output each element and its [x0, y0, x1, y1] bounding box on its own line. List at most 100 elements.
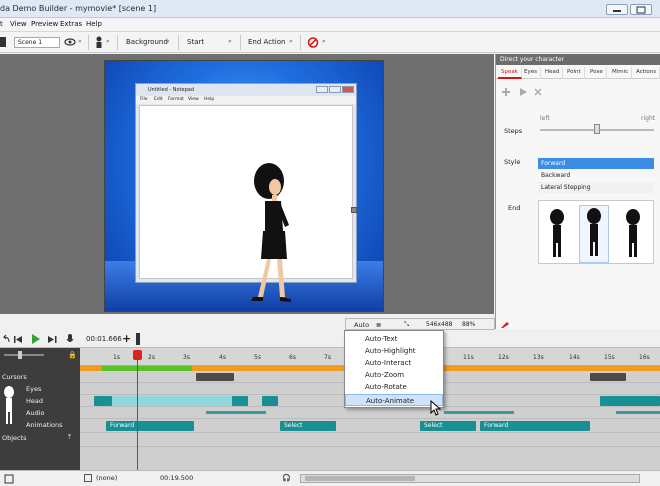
tab-point[interactable]: Point — [564, 67, 585, 79]
toolbar-separator — [300, 35, 301, 50]
cursor-clip[interactable] — [196, 373, 234, 381]
animation-clip-forward[interactable]: Forward — [106, 421, 194, 431]
head-clip[interactable] — [600, 396, 660, 406]
ruler-tick: 2s — [148, 354, 155, 361]
menu-view[interactable]: View — [10, 20, 27, 28]
add-icon[interactable]: + — [122, 332, 131, 345]
zoom-readout[interactable]: 88% — [462, 321, 475, 328]
steps-right-label: right — [641, 115, 656, 122]
import-icon[interactable]: ⤒ — [68, 433, 71, 442]
menu-item-auto-zoom[interactable]: Auto-Zoom — [345, 369, 443, 381]
chevron-down-icon[interactable]: » — [78, 38, 82, 45]
bottom-time: 00:19.500 — [160, 474, 194, 482]
no-audio-icon[interactable] — [307, 37, 319, 48]
animation-clip-select[interactable]: Select — [280, 421, 336, 431]
playhead-handle[interactable] — [133, 350, 142, 360]
maximize-button[interactable] — [630, 4, 652, 15]
character-icon[interactable] — [94, 36, 104, 48]
animation-clip-select[interactable]: Select — [420, 421, 476, 431]
animation-clip-forward[interactable]: Forward — [480, 421, 590, 431]
steps-slider-thumb[interactable] — [594, 124, 600, 134]
skip-end-icon[interactable] — [48, 335, 57, 344]
minimize-button[interactable] — [606, 4, 628, 15]
end-pose-option[interactable] — [545, 209, 569, 259]
auto-settings-icon[interactable]: ≣ — [376, 321, 381, 329]
notepad-title: Untitled - Notepad — [148, 87, 195, 93]
undo-icon[interactable] — [2, 334, 10, 344]
character-figure[interactable] — [245, 159, 305, 304]
head-clip[interactable] — [94, 396, 112, 406]
stage-status-bar: Auto ≣ ⤡ 546x488 88% — [345, 318, 495, 330]
zoom-slider-thumb[interactable] — [18, 351, 22, 359]
object-picker-value[interactable]: (none) — [96, 474, 117, 482]
play-icon[interactable] — [31, 334, 41, 344]
edit-pencil-icon[interactable] — [500, 319, 510, 329]
scrollbar-thumb[interactable] — [305, 476, 415, 481]
menu-extras[interactable]: Extras — [60, 20, 82, 28]
delete-icon[interactable] — [533, 87, 543, 97]
menu-item-auto-text[interactable]: Auto-Text — [345, 333, 443, 345]
stage-canvas[interactable]: Untitled - Notepad File Edit Format View… — [104, 60, 384, 312]
head-clip[interactable] — [232, 396, 248, 406]
chevron-down-icon[interactable]: » — [289, 38, 293, 45]
menu-item-auto-rotate[interactable]: Auto-Rotate — [345, 381, 443, 393]
chevron-down-icon[interactable]: » — [322, 38, 326, 45]
head-clip[interactable] — [262, 396, 278, 406]
notepad-menu-file: File — [140, 97, 148, 102]
style-option-lateral[interactable]: Lateral Stepping — [538, 182, 654, 193]
track-label-audio: Audio — [26, 409, 45, 417]
start-button[interactable]: Start — [187, 38, 204, 46]
chevron-down-icon[interactable]: » — [166, 38, 170, 45]
timeline-time: 00:01.666 — [86, 335, 122, 343]
tab-actions[interactable]: Actions — [633, 67, 660, 79]
background-button[interactable]: Background — [126, 38, 168, 46]
object-picker-icon[interactable] — [84, 474, 92, 482]
audio-waveform[interactable] — [206, 411, 266, 414]
style-option-backward[interactable]: Backward — [538, 170, 654, 181]
menu-item-auto-interact[interactable]: Auto-Interact — [345, 357, 443, 369]
eye-icon[interactable] — [64, 37, 76, 47]
zoom-slider[interactable] — [4, 354, 44, 356]
ruler-tick: 15s — [604, 354, 615, 361]
horizontal-scrollbar[interactable] — [300, 474, 640, 483]
end-action-button[interactable]: End Action — [248, 38, 285, 46]
resize-handle[interactable] — [351, 207, 357, 213]
style-option-forward[interactable]: Forward — [538, 158, 654, 169]
notepad-menu-view: View — [188, 97, 199, 102]
menu-help[interactable]: Help — [86, 20, 102, 28]
panel-header: Direct your character — [496, 54, 660, 65]
direct-character-panel: Direct your character Speak Eyes Head Po… — [495, 54, 660, 329]
headphones-icon[interactable]: 🎧 — [282, 474, 291, 482]
lock-icon[interactable]: 🔒 — [68, 351, 77, 359]
playhead[interactable] — [137, 350, 138, 470]
timeline-settings-icon[interactable] — [4, 474, 14, 484]
play-icon[interactable] — [518, 87, 528, 97]
tab-eyes[interactable]: Eyes — [521, 67, 541, 79]
tab-pose[interactable]: Pose — [587, 67, 607, 79]
chevron-down-icon[interactable]: » — [228, 38, 232, 45]
tab-speak[interactable]: Speak — [498, 67, 522, 79]
menu-item-auto-animate[interactable]: Auto-Animate — [345, 394, 443, 406]
track-label-cursors: Cursors — [2, 373, 27, 381]
scene-name-field[interactable]: Scene 1 — [14, 37, 60, 48]
add-step-icon[interactable] — [501, 87, 511, 97]
auto-button[interactable]: Auto — [354, 321, 369, 329]
end-pose-option-selected[interactable] — [579, 205, 609, 263]
cursor-clip[interactable] — [590, 373, 626, 381]
menu-file[interactable]: t — [0, 20, 3, 28]
end-pose-option[interactable] — [621, 209, 645, 259]
menu-preview[interactable]: Preview — [31, 20, 58, 28]
head-clip[interactable] — [112, 396, 232, 406]
microphone-icon[interactable] — [66, 334, 74, 345]
audio-waveform[interactable] — [616, 411, 660, 414]
tab-mimic[interactable]: Mimic — [609, 67, 633, 79]
chevron-down-icon[interactable]: » — [106, 38, 110, 45]
menu-item-auto-highlight[interactable]: Auto-Highlight — [345, 345, 443, 357]
tab-head[interactable]: Head — [542, 67, 564, 79]
toolbar-separator — [178, 35, 179, 50]
skip-start-icon[interactable] — [14, 335, 23, 344]
zoom-fit-icon[interactable]: ⤡ — [404, 320, 409, 329]
ruler-tick: 13s — [533, 354, 544, 361]
audio-waveform[interactable] — [444, 411, 514, 414]
marker-icon[interactable] — [136, 333, 140, 345]
